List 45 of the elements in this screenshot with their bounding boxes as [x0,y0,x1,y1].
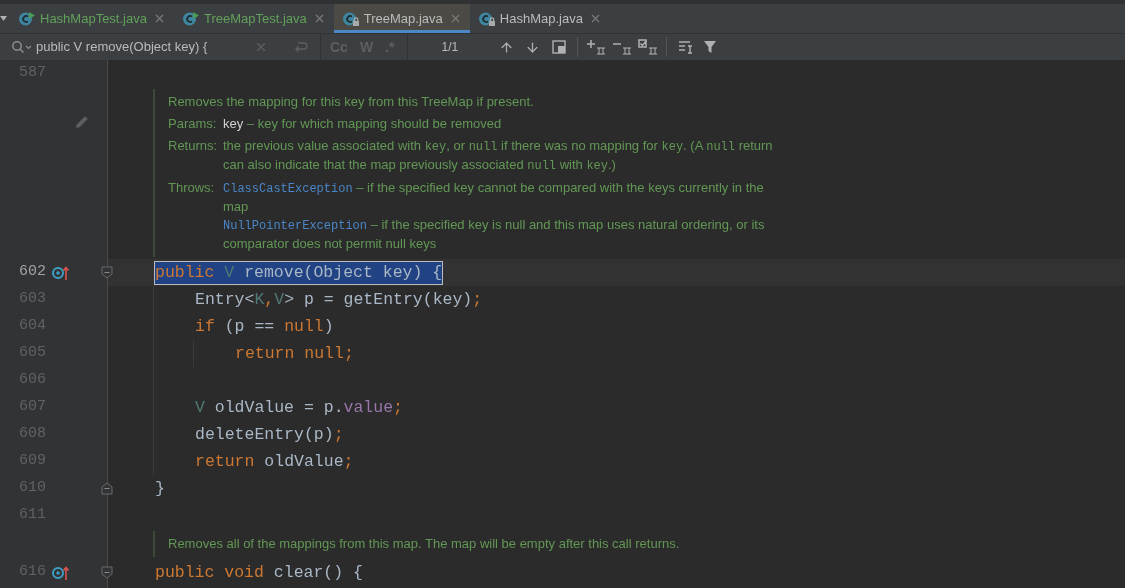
code-line: return null; [235,342,354,365]
code-line: V oldValue = p.value; [195,396,403,419]
doc-label: Params: [168,115,218,133]
locked-class-icon [477,10,496,27]
test-class-icon [18,10,36,27]
fold-marker-icon[interactable] [101,566,113,579]
code-line: } [155,477,165,500]
override-icon[interactable] [52,264,70,281]
editor-tab[interactable]: HashMapTest.java [10,4,174,33]
dropdown-caret-icon[interactable] [0,15,8,22]
doc-text: the previous value associated with key, or null if there was no mapping for key. (A null return can also indicate that the map previously associated null with key.) [223,137,773,175]
exception-link[interactable]: NullPointerException [223,219,368,233]
window-icon[interactable] [552,40,567,54]
editor-tab[interactable]: TreeMapTest.java [173,4,334,33]
exception-link[interactable]: ClassCastException [223,182,353,196]
code-line: return oldValue; [195,450,354,473]
doc-text: NullPointerException – if the specified key is null and this map uses natural ordering, or its comparator does not permit null keys [223,216,766,253]
previous-match-icon[interactable] [499,39,515,55]
test-class-icon [181,10,200,27]
add-occurrence-icon[interactable] [586,39,607,55]
fold-marker-icon[interactable] [101,266,113,279]
locked-class-icon [341,10,360,27]
fold-marker-icon[interactable] [101,482,113,495]
doc-text: ClassCastException – if the specified key cannot be compared with the keys currently in the map [223,179,765,216]
next-match-icon[interactable] [525,39,541,55]
code-line: Entry<K,V> p = getEntry(key); [195,288,483,311]
doc-label: Returns: [168,137,219,155]
line-number: 602 [18,262,46,283]
editor-tab[interactable]: HashMap.java [469,4,610,33]
doc-text: key – key for which mapping should be removed [223,115,503,133]
match-count: 1/1 [441,39,459,56]
select-all-occurrences-icon[interactable] [638,39,659,55]
code-line: if (p == null) [195,315,334,338]
doc-summary: Removes all of the mappings from this map. The map will be empty after this call returns. [168,535,681,553]
doc-summary: Removes the mapping for this key from this TreeMap if present. [168,93,535,111]
doc-label: Throws: [168,179,216,197]
search-field[interactable]: public V remove(Object key) { [36,37,246,57]
override-icon[interactable] [52,564,70,581]
search-icon[interactable] [11,40,33,54]
filter-icon[interactable] [703,40,718,54]
filter-lines-icon[interactable] [678,40,695,54]
code-line: deleteEntry(p); [195,423,344,446]
editor-tab[interactable]: TreeMap.java [333,4,470,33]
pencil-icon[interactable] [74,114,90,130]
code-line: public void clear() { [155,561,363,584]
